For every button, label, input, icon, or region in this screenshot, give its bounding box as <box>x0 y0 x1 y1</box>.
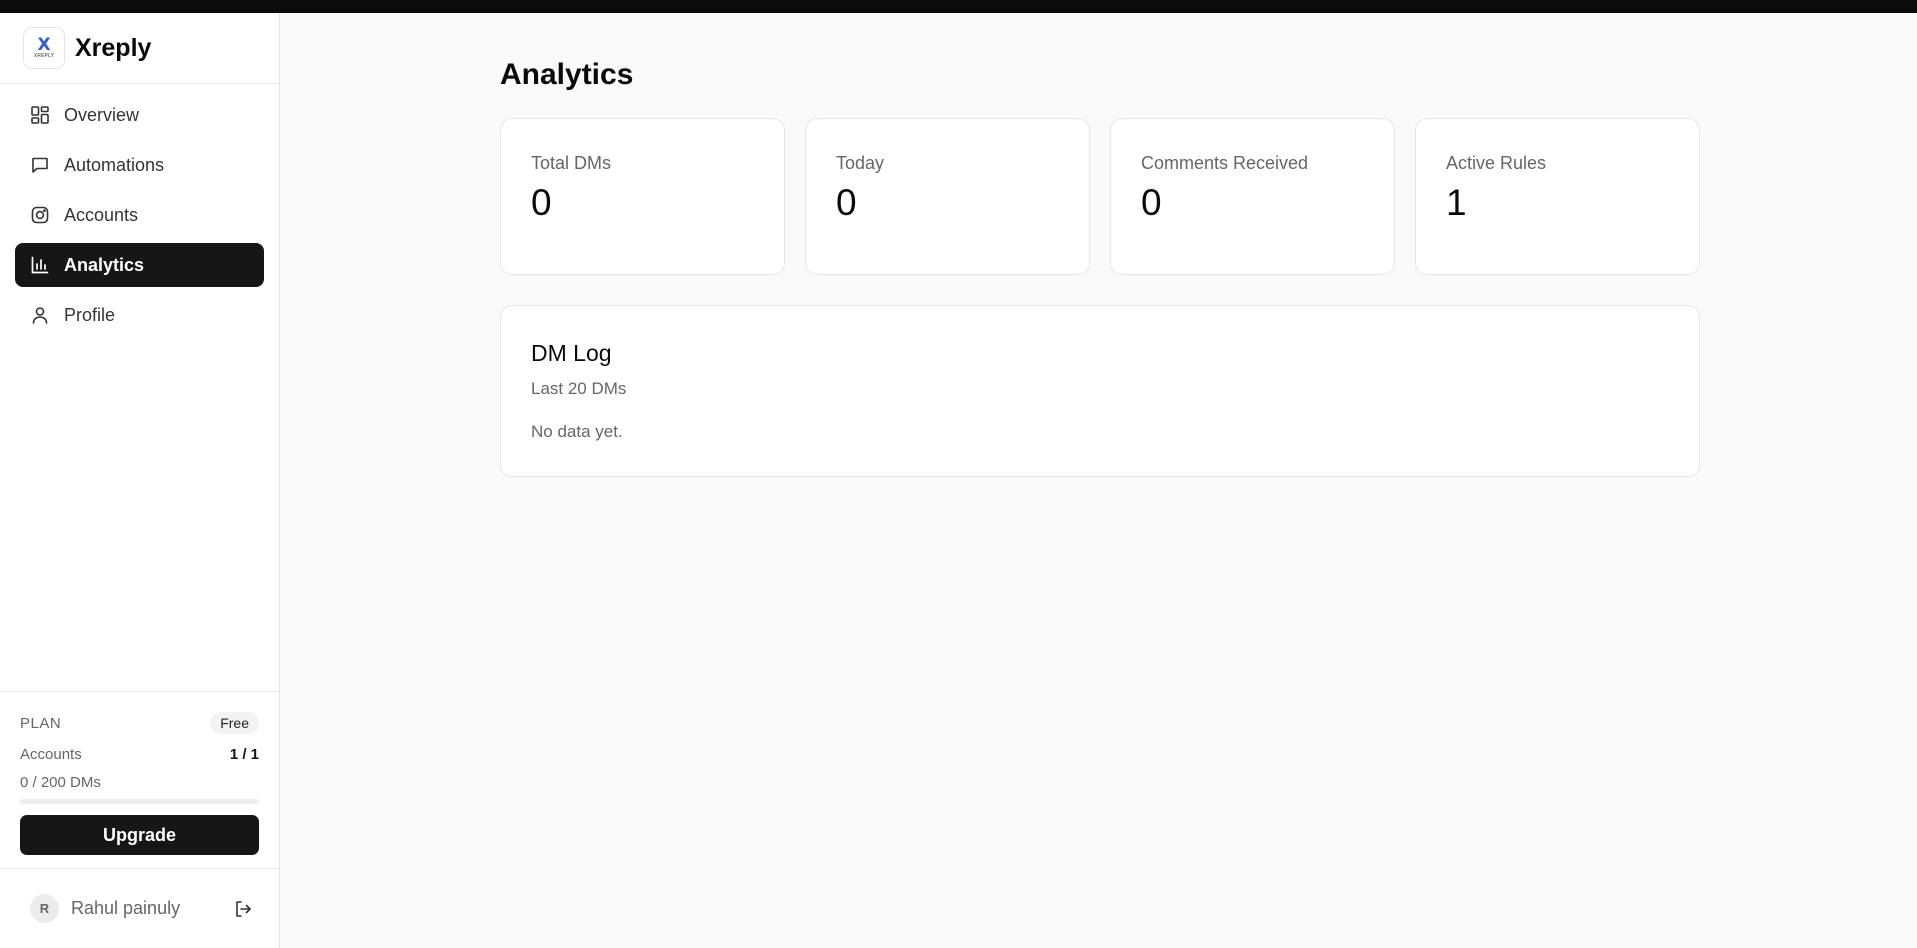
page-title: Analytics <box>500 58 634 91</box>
sidebar-item-analytics[interactable]: Analytics <box>15 243 264 287</box>
avatar[interactable]: R <box>30 894 59 923</box>
plan-accounts-label: Accounts <box>20 746 82 763</box>
brand-logo: X XREPLY <box>23 27 65 69</box>
brand-logo-subtext: XREPLY <box>33 53 55 59</box>
plan-label: PLAN <box>20 714 62 732</box>
dm-log-empty-state: No data yet. <box>531 422 623 441</box>
main-content: Analytics Total DMs 0 Today 0 Comments R… <box>500 13 1700 477</box>
brand-logo-letter: X <box>37 35 51 55</box>
stat-label: Active Rules <box>1446 153 1547 173</box>
sidebar-item-overview[interactable]: Overview <box>15 93 264 137</box>
logout-icon[interactable] <box>233 899 253 919</box>
user-icon <box>30 305 50 325</box>
user-footer: R Rahul painuly <box>0 868 279 948</box>
plan-accounts-value: 1 / 1 <box>229 746 259 763</box>
stats-row: Total DMs 0 Today 0 Comments Received 0 … <box>500 118 1700 275</box>
sidebar-item-label: Accounts <box>64 204 139 225</box>
stat-label: Total DMs <box>531 153 612 173</box>
sidebar-nav: Overview Automations Accounts Analytics … <box>0 84 279 337</box>
stat-value: 0 <box>836 182 857 223</box>
window-top-bar <box>0 0 1917 13</box>
sidebar-item-accounts[interactable]: Accounts <box>15 193 264 237</box>
dm-log-subtitle: Last 20 DMs <box>531 379 627 398</box>
bar-chart-icon <box>30 255 50 275</box>
sidebar: X XREPLY Xreply Overview Automations Acc… <box>0 13 280 948</box>
brand[interactable]: X XREPLY Xreply <box>0 13 279 84</box>
plan-accounts-row: Accounts 1 / 1 <box>20 746 259 763</box>
sidebar-item-label: Profile <box>64 304 116 325</box>
stat-value: 1 <box>1446 182 1467 223</box>
dashboard-grid-icon <box>30 105 50 125</box>
dm-log-title: DM Log <box>531 340 612 366</box>
plan-panel: PLAN Free Accounts 1 / 1 0 / 200 DMs Upg… <box>0 691 279 855</box>
plan-dms-usage: 0 / 200 DMs <box>20 774 101 791</box>
stat-value: 0 <box>531 182 552 223</box>
plan-tier-badge: Free <box>210 712 259 734</box>
stat-card-active-rules: Active Rules 1 <box>1415 118 1700 275</box>
sidebar-item-automations[interactable]: Automations <box>15 143 264 187</box>
stat-value: 0 <box>1141 182 1162 223</box>
sidebar-item-label: Analytics <box>64 254 145 275</box>
message-square-icon <box>30 155 50 175</box>
sidebar-item-label: Automations <box>64 154 165 175</box>
dm-log-card: DM Log Last 20 DMs No data yet. <box>500 305 1700 477</box>
instagram-icon <box>30 205 50 225</box>
stat-label: Comments Received <box>1141 153 1309 173</box>
stat-card-today: Today 0 <box>805 118 1090 275</box>
stat-label: Today <box>836 153 885 173</box>
dms-progress-bar <box>20 799 259 804</box>
user-name: Rahul painuly <box>71 898 181 918</box>
upgrade-button[interactable]: Upgrade <box>20 815 259 855</box>
brand-name: Xreply <box>75 33 152 62</box>
sidebar-item-profile[interactable]: Profile <box>15 293 264 337</box>
sidebar-item-label: Overview <box>64 104 140 125</box>
stat-card-total-dms: Total DMs 0 <box>500 118 785 275</box>
stat-card-comments-received: Comments Received 0 <box>1110 118 1395 275</box>
